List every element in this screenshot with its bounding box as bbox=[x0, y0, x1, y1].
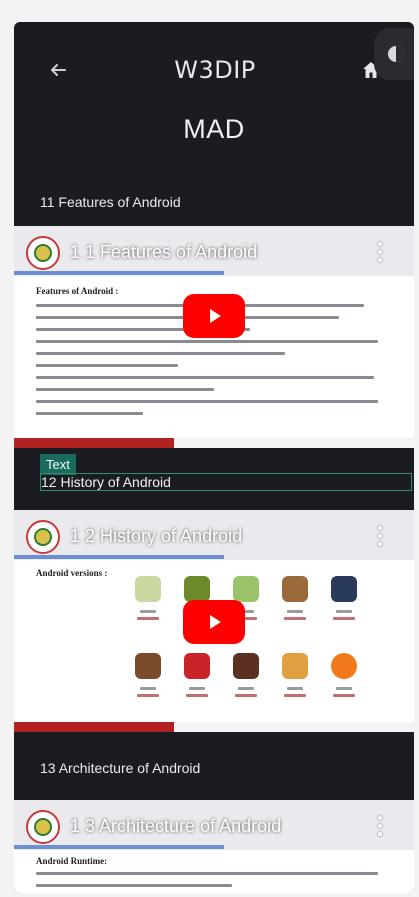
topic-label-selected: 12 History of Android bbox=[40, 473, 412, 491]
slide-heading: Android versions : bbox=[36, 568, 108, 578]
college-seal-icon bbox=[34, 818, 52, 836]
channel-avatar[interactable] bbox=[26, 520, 60, 554]
topic-label: 13 Architecture of Android bbox=[40, 760, 201, 776]
channel-avatar[interactable] bbox=[26, 810, 60, 844]
college-seal-icon bbox=[34, 244, 52, 262]
android-versions-grid bbox=[126, 570, 366, 720]
video-player[interactable]: 1 2 History of Android Android versions … bbox=[14, 510, 414, 732]
slide-body: Android Runtime: bbox=[36, 856, 392, 893]
arrow-left-icon bbox=[51, 63, 66, 76]
video-more-options-button[interactable] bbox=[378, 242, 384, 262]
app-brand-title: W3DIP bbox=[174, 55, 256, 84]
topic-label: 11 Features of Android bbox=[40, 194, 181, 210]
college-seal-icon bbox=[34, 528, 52, 546]
play-icon bbox=[210, 615, 221, 629]
back-button[interactable] bbox=[44, 56, 72, 84]
channel-avatar[interactable] bbox=[26, 236, 60, 270]
video-title[interactable]: 1 1 Features of Android bbox=[70, 242, 257, 263]
video-more-options-button[interactable] bbox=[378, 816, 384, 836]
inspector-tag: Text bbox=[40, 454, 76, 475]
slide-divider bbox=[14, 845, 224, 849]
top-app-bar: W3DIP bbox=[14, 22, 414, 117]
video-player[interactable]: 1 3 Architecture of Android Android Runt… bbox=[14, 800, 414, 893]
subject-title: MAD bbox=[183, 114, 245, 144]
slide-heading: Android Runtime: bbox=[36, 856, 108, 866]
video-title[interactable]: 1 3 Architecture of Android bbox=[70, 816, 281, 837]
play-button[interactable] bbox=[183, 294, 245, 338]
theme-toggle-icon bbox=[388, 46, 404, 62]
slide-divider bbox=[14, 555, 224, 559]
slide-divider bbox=[14, 271, 224, 275]
video-player[interactable]: 1 1 Features of Android Features of Andr… bbox=[14, 226, 414, 448]
slide-footer bbox=[14, 722, 414, 732]
slide-footer bbox=[14, 438, 414, 448]
video-title[interactable]: 1 2 History of Android bbox=[70, 526, 242, 547]
play-icon bbox=[210, 309, 221, 323]
theme-toggle-button[interactable] bbox=[374, 28, 414, 80]
app-screen: W3DIP MAD 11 Features of Android 1 1 Fea… bbox=[14, 22, 414, 893]
play-button[interactable] bbox=[183, 600, 245, 644]
video-more-options-button[interactable] bbox=[378, 526, 384, 546]
